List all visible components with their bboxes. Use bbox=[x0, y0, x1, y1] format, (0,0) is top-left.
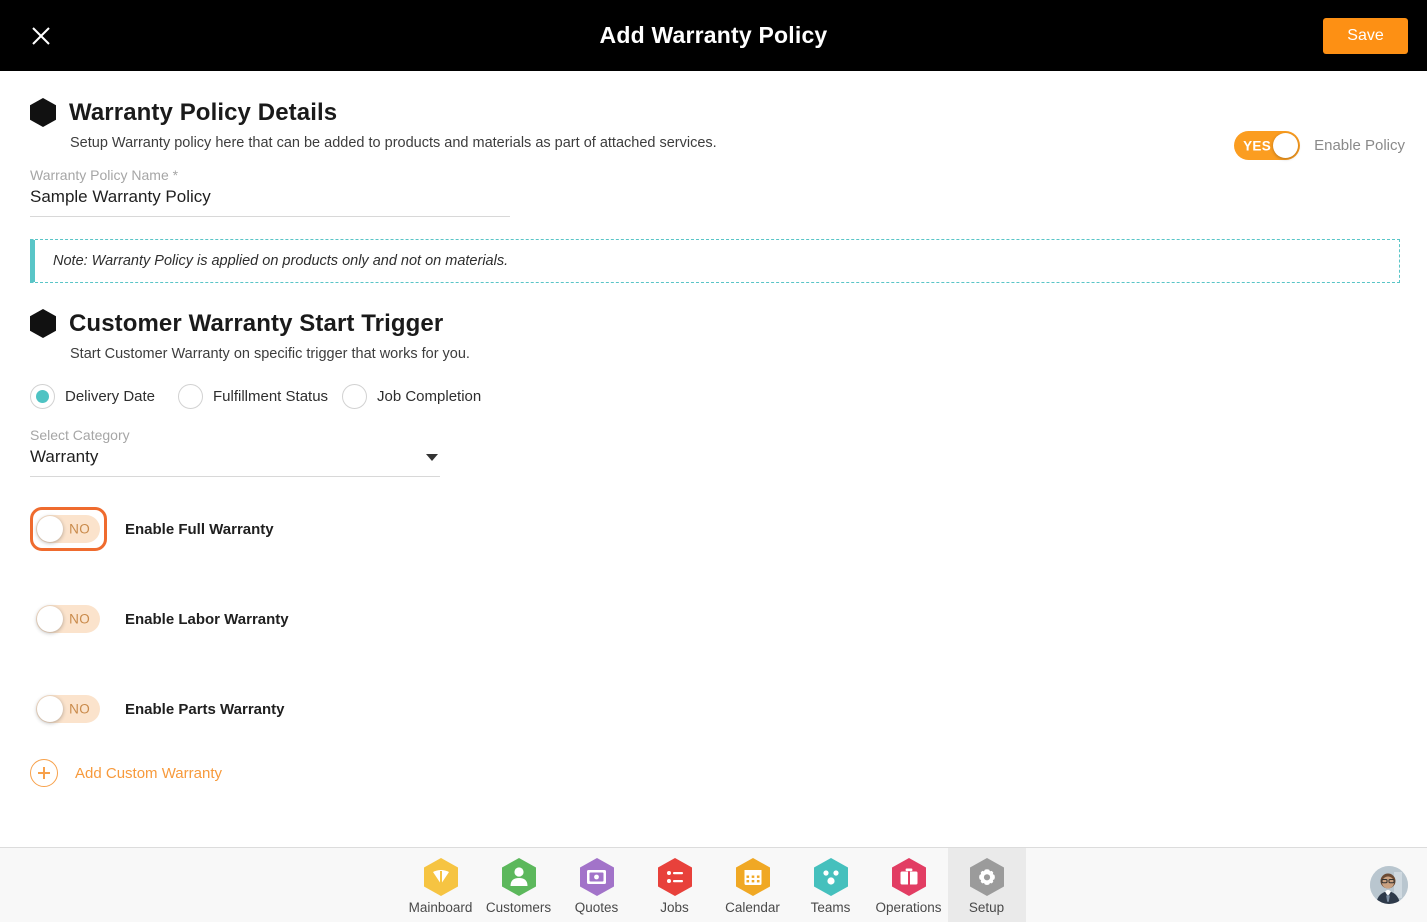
section-warranty-policy-details: Warranty Policy Details bbox=[30, 98, 1400, 127]
enable-full-warranty-label: Enable Full Warranty bbox=[125, 520, 274, 538]
toggle-state-label: NO bbox=[69, 611, 90, 627]
enable-labor-warranty-row: NO Enable Labor Warranty bbox=[30, 597, 1400, 641]
enable-labor-warranty-wrap: NO bbox=[30, 597, 107, 641]
hexagon-bullet-icon bbox=[30, 98, 56, 127]
nav-label: Calendar bbox=[725, 900, 780, 915]
toggle-state-label: YES bbox=[1243, 138, 1272, 153]
enable-parts-warranty-toggle[interactable]: NO bbox=[36, 695, 100, 723]
warranty-policy-name-input[interactable] bbox=[30, 183, 510, 217]
enable-parts-warranty-wrap: NO bbox=[30, 687, 107, 731]
plus-circle-icon bbox=[30, 759, 58, 787]
select-category-value: Warranty bbox=[30, 447, 99, 466]
section-subtitle: Setup Warranty policy here that can be a… bbox=[70, 135, 717, 151]
hexagon-bullet-icon bbox=[30, 309, 56, 338]
radio-button-icon[interactable] bbox=[30, 384, 55, 409]
radio-option-fulfillment-status[interactable]: Fulfillment Status bbox=[178, 384, 342, 409]
nav-label: Setup bbox=[968, 900, 1005, 915]
page-title: Add Warranty Policy bbox=[599, 22, 828, 48]
operations-icon bbox=[890, 857, 928, 897]
setup-gear-icon bbox=[968, 857, 1006, 897]
nav-item-teams[interactable]: Teams bbox=[792, 848, 870, 922]
jobs-icon bbox=[656, 857, 694, 897]
enable-parts-warranty-label: Enable Parts Warranty bbox=[125, 700, 285, 718]
add-custom-warranty-button[interactable]: Add Custom Warranty bbox=[30, 759, 222, 787]
toggle-knob bbox=[37, 516, 63, 542]
enable-parts-warranty-row: NO Enable Parts Warranty bbox=[30, 687, 1400, 731]
nav-items: Mainboard Customers Quotes Jobs Calendar… bbox=[0, 848, 1427, 922]
save-button[interactable]: Save bbox=[1323, 18, 1408, 54]
radio-label: Job Completion bbox=[377, 388, 482, 405]
nav-item-calendar[interactable]: Calendar bbox=[714, 848, 792, 922]
select-category-label: Select Category bbox=[30, 427, 130, 443]
enable-labor-warranty-toggle[interactable]: NO bbox=[36, 605, 100, 633]
toggle-knob bbox=[1273, 133, 1299, 158]
section-title: Customer Warranty Start Trigger bbox=[69, 309, 444, 337]
toggle-state-label: NO bbox=[69, 701, 90, 717]
nav-item-quotes[interactable]: Quotes bbox=[558, 848, 636, 922]
nav-item-operations[interactable]: Operations bbox=[870, 848, 948, 922]
enable-full-warranty-focus-ring: NO bbox=[30, 507, 107, 551]
section-customer-warranty-start-trigger: Customer Warranty Start Trigger bbox=[30, 309, 1400, 338]
warranty-policy-name-field: Warranty Policy Name * bbox=[30, 167, 510, 217]
mainboard-icon bbox=[422, 857, 460, 897]
enable-policy-toggle[interactable]: YES bbox=[1234, 131, 1301, 160]
section-title: Warranty Policy Details bbox=[69, 98, 338, 126]
note-text: Note: Warranty Policy is applied on prod… bbox=[53, 253, 509, 269]
customers-icon bbox=[500, 857, 538, 897]
section-subtitle: Start Customer Warranty on specific trig… bbox=[70, 346, 470, 362]
form-content: Warranty Policy Details Setup Warranty p… bbox=[0, 71, 1427, 847]
add-custom-warranty-label: Add Custom Warranty bbox=[75, 764, 222, 782]
radio-label: Fulfillment Status bbox=[213, 388, 329, 405]
user-avatar[interactable] bbox=[1370, 866, 1408, 904]
start-trigger-radio-group: Delivery Date Fulfillment Status Job Com… bbox=[30, 384, 1400, 409]
select-category-field[interactable]: Select Category Warranty bbox=[30, 427, 440, 477]
nav-label: Mainboard bbox=[408, 900, 473, 915]
toggle-knob bbox=[37, 696, 63, 722]
nav-label: Customers bbox=[485, 900, 552, 915]
top-bar: Add Warranty Policy Save bbox=[0, 0, 1427, 71]
nav-label: Operations bbox=[875, 900, 942, 915]
note-banner: Note: Warranty Policy is applied on prod… bbox=[30, 239, 1400, 283]
enable-full-warranty-row: NO Enable Full Warranty bbox=[30, 507, 1400, 551]
warranty-policy-name-label: Warranty Policy Name * bbox=[30, 167, 179, 183]
nav-item-jobs[interactable]: Jobs bbox=[636, 848, 714, 922]
bottom-navigation-bar: Mainboard Customers Quotes Jobs Calendar… bbox=[0, 847, 1427, 922]
chevron-down-icon[interactable] bbox=[426, 453, 438, 461]
nav-item-setup[interactable]: Setup bbox=[947, 848, 1026, 922]
nav-label: Jobs bbox=[660, 900, 689, 915]
radio-label: Delivery Date bbox=[65, 388, 156, 405]
radio-option-job-completion[interactable]: Job Completion bbox=[342, 384, 481, 409]
toggle-knob bbox=[37, 606, 63, 632]
radio-button-icon[interactable] bbox=[342, 384, 367, 409]
enable-full-warranty-toggle[interactable]: NO bbox=[36, 515, 100, 543]
calendar-icon bbox=[734, 857, 772, 897]
radio-option-delivery-date[interactable]: Delivery Date bbox=[30, 384, 178, 409]
nav-item-mainboard[interactable]: Mainboard bbox=[402, 848, 480, 922]
nav-label: Quotes bbox=[574, 900, 619, 915]
toggle-state-label: NO bbox=[69, 521, 90, 537]
nav-item-customers[interactable]: Customers bbox=[480, 848, 558, 922]
teams-icon bbox=[812, 857, 850, 897]
enable-labor-warranty-label: Enable Labor Warranty bbox=[125, 610, 289, 628]
radio-button-icon[interactable] bbox=[178, 384, 203, 409]
nav-label: Teams bbox=[810, 900, 851, 915]
quotes-icon bbox=[578, 857, 616, 897]
select-category-control[interactable]: Warranty bbox=[30, 443, 440, 477]
enable-policy-row: YES Enable Policy bbox=[1234, 131, 1405, 160]
enable-policy-label: Enable Policy bbox=[1314, 137, 1405, 154]
